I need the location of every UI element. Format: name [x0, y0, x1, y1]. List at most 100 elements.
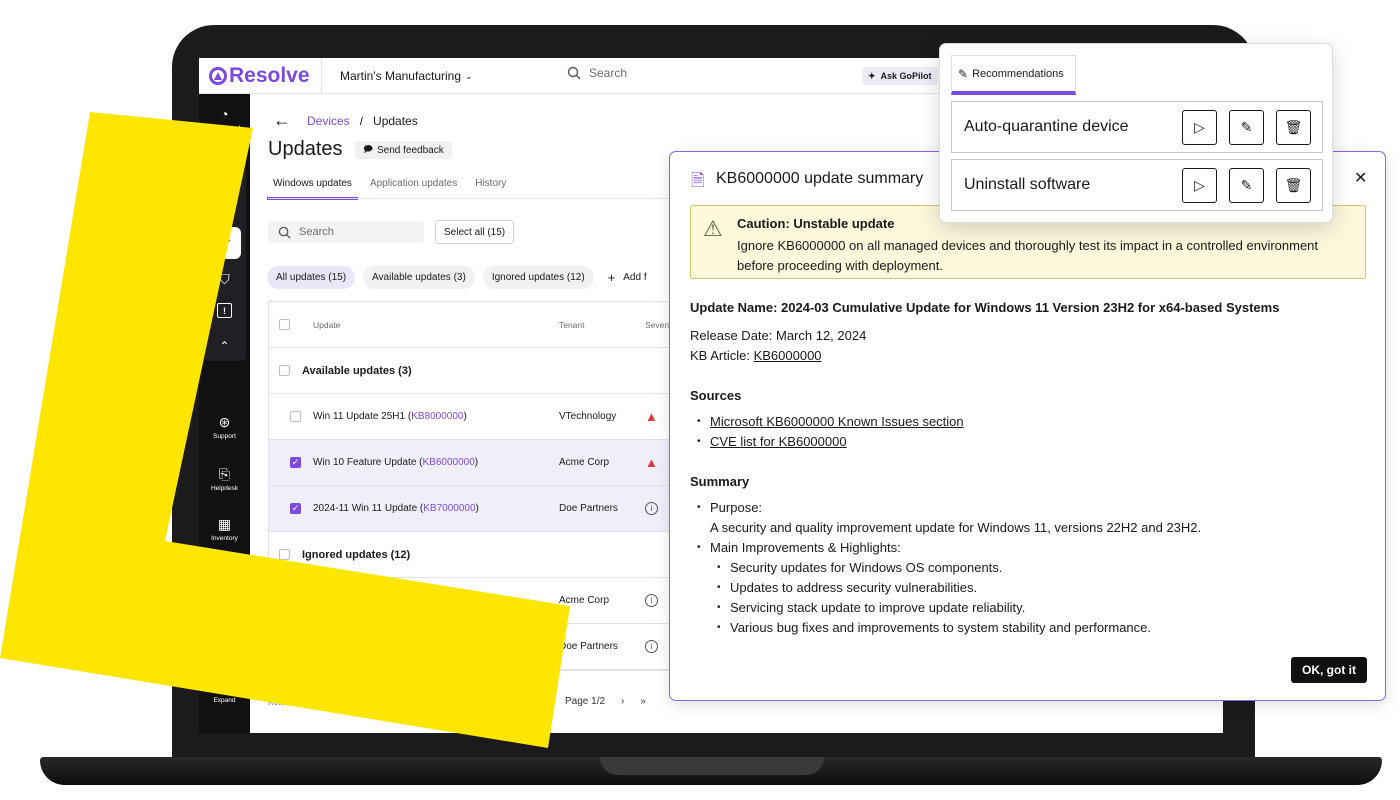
tab-bar: Windows updates Application updates Hist…: [267, 176, 518, 200]
chip-available-updates[interactable]: Available updates (3): [363, 266, 475, 289]
sidebar-item-expand[interactable]: Expand: [199, 694, 250, 704]
last-page-button[interactable]: »: [640, 696, 646, 707]
info-icon: i: [645, 640, 658, 653]
sidebar-item-support[interactable]: ⊛ Support: [199, 414, 250, 440]
chip-ignored-updates[interactable]: Ignored updates (12): [482, 266, 594, 289]
pencil-icon[interactable]: ✎: [1229, 167, 1264, 203]
group-row-available[interactable]: Available updates (3): [269, 348, 688, 394]
recommendation-row[interactable]: Auto-quarantine device ▷ ✎ 🗑: [951, 101, 1323, 153]
table-row[interactable]: Doe Partners i: [269, 624, 688, 670]
group-checkbox[interactable]: [279, 365, 290, 376]
ok-got-it-button[interactable]: OK, got it: [1291, 657, 1367, 683]
sidebar-item-devices[interactable]: ⧉ Devices: [213, 159, 236, 185]
add-filter-label: Add f: [623, 272, 647, 283]
brand-name: Resolve: [229, 64, 310, 87]
logo-mark-icon: [209, 67, 227, 85]
info-icon: i: [645, 594, 658, 607]
add-filter-button[interactable]: + Add f: [608, 270, 647, 285]
pencil-icon[interactable]: ✎: [1229, 109, 1264, 145]
update-name: Update Name: 2024-03 Cumulative Update f…: [690, 300, 1280, 315]
release-date: Release Date: March 12, 2024: [690, 328, 867, 343]
improvement-item: Various bug fixes and improvements to sy…: [690, 618, 1370, 638]
breadcrumb-devices-link[interactable]: Devices: [307, 114, 350, 128]
group-checkbox[interactable]: [279, 549, 290, 560]
close-icon[interactable]: ✕: [1354, 168, 1367, 188]
source-link[interactable]: CVE list for KB6000000: [710, 434, 847, 449]
kb-link[interactable]: KB6000000: [423, 457, 475, 468]
info-icon: i: [645, 502, 658, 515]
magic-wand-icon: ✎: [958, 66, 969, 81]
next-page-button[interactable]: ›: [621, 696, 624, 707]
column-tenant[interactable]: Tenant: [559, 320, 585, 330]
tab-history[interactable]: History: [469, 176, 512, 200]
chevron-down-icon: ⌄: [465, 70, 473, 81]
header-checkbox[interactable]: [279, 319, 290, 330]
shield-icon: ⛉: [219, 271, 230, 287]
table-row[interactable]: Acme Corp i: [269, 578, 688, 624]
column-update[interactable]: Update: [313, 320, 340, 330]
table-row[interactable]: ✓ 2024-11 Win 11 Update (KB7000000) Doe …: [269, 486, 688, 532]
breadcrumb-separator: /: [359, 113, 364, 128]
row-checkbox-checked[interactable]: ✓: [290, 457, 301, 468]
table-row[interactable]: ✓ Win 10 Feature Update (KB6000000) Acme…: [269, 440, 688, 486]
chip-all-updates[interactable]: All updates (15): [267, 266, 356, 289]
send-feedback-button[interactable]: 🗩 Send feedback: [355, 141, 452, 159]
sidebar-item-monitor[interactable]: 🖵: [218, 199, 232, 215]
sidebar-item-helpdesk[interactable]: ⎘ Helpdesk: [199, 466, 250, 492]
recommendation-row[interactable]: Uninstall software ▷ ✎ 🗑: [951, 159, 1323, 211]
sidebar-item-label: Expand: [213, 697, 236, 704]
sidebar: ◔ Dashboard ⧉ Devices 🖵 ⟳ ⛉ ! ⌃ ⊛ Suppor…: [199, 94, 250, 733]
play-icon[interactable]: ▷: [1182, 167, 1217, 203]
caution-title: Caution: Unstable update: [737, 216, 895, 231]
tab-application-updates[interactable]: Application updates: [364, 176, 463, 200]
alert-icon: !: [217, 303, 232, 318]
brand-logo[interactable]: Resolve: [209, 64, 310, 88]
ask-gopilot-button[interactable]: ✦ Ask GoPilot: [862, 67, 938, 85]
improvement-item: Updates to address security vulnerabilit…: [690, 578, 1370, 598]
kb-link[interactable]: KB7000000: [423, 503, 475, 514]
sidebar-item-label: Inventory: [211, 535, 238, 542]
recommendations-panel: ✎ Recommendations Auto-quarantine device…: [939, 43, 1333, 223]
global-search-input[interactable]: Search: [567, 66, 627, 80]
column-severity[interactable]: Severi: [645, 320, 669, 330]
sidebar-collapse-button[interactable]: ⌃: [219, 338, 229, 354]
source-link[interactable]: Microsoft KB6000000 Known Issues section: [710, 414, 964, 429]
gauge-icon: ◔: [220, 106, 229, 122]
purpose-text: A security and quality improvement updat…: [710, 520, 1202, 535]
purpose-label: Purpose:: [690, 498, 1370, 518]
row-tenant: Doe Partners: [559, 503, 618, 514]
sidebar-item-security[interactable]: ⛉: [219, 271, 230, 287]
feedback-icon: 🗩: [363, 144, 373, 154]
sidebar-group-devices: ⧉ Devices 🖵 ⟳ ⛉ ! ⌃: [203, 149, 246, 361]
kb-article-link[interactable]: KB6000000: [754, 348, 822, 363]
group-row-ignored[interactable]: Ignored updates (12): [269, 532, 688, 578]
org-switcher[interactable]: Martin's Manufacturing ⌄: [321, 58, 473, 94]
pagination: Page 1/2 › »: [565, 696, 646, 707]
recommendation-name: Uninstall software: [964, 176, 1091, 193]
table-row[interactable]: Win 11 Update 25H1 (KB8000000) VTechnolo…: [269, 394, 688, 440]
row-checkbox-checked[interactable]: ✓: [290, 503, 301, 514]
trash-icon[interactable]: 🗑: [1276, 109, 1311, 145]
play-icon[interactable]: ▷: [1182, 109, 1217, 145]
building-icon: ▦: [217, 516, 232, 532]
document-sparkle-icon: 🗎: [691, 171, 705, 190]
arrow-left-icon[interactable]: ←: [273, 110, 291, 131]
breadcrumb: ← Devices / Updates: [273, 110, 418, 131]
tabs-divider: [268, 198, 728, 199]
breadcrumb-current: Updates: [373, 113, 418, 128]
lifebuoy-icon: ⊛: [218, 414, 231, 430]
improvements-label: Main Improvements & Highlights:: [690, 538, 1370, 558]
trash-icon[interactable]: 🗑: [1276, 167, 1311, 203]
kb-link[interactable]: KB8000000: [411, 411, 463, 422]
sidebar-item-dashboard[interactable]: ◔ Dashboard: [199, 106, 250, 132]
row-checkbox[interactable]: [290, 411, 301, 422]
sidebar-item-alerts[interactable]: !: [217, 303, 232, 318]
updates-search-input[interactable]: Search: [268, 221, 424, 243]
tab-windows-updates[interactable]: Windows updates: [267, 176, 358, 200]
laptop-notch: [600, 757, 824, 775]
sidebar-item-updates[interactable]: ⟳: [208, 227, 241, 259]
tab-recommendations[interactable]: ✎ Recommendations: [951, 55, 1076, 95]
select-all-button[interactable]: Select all (15): [435, 220, 515, 244]
sidebar-item-inventory[interactable]: ▦ Inventory: [199, 516, 250, 542]
sources-heading: Sources: [690, 388, 742, 403]
